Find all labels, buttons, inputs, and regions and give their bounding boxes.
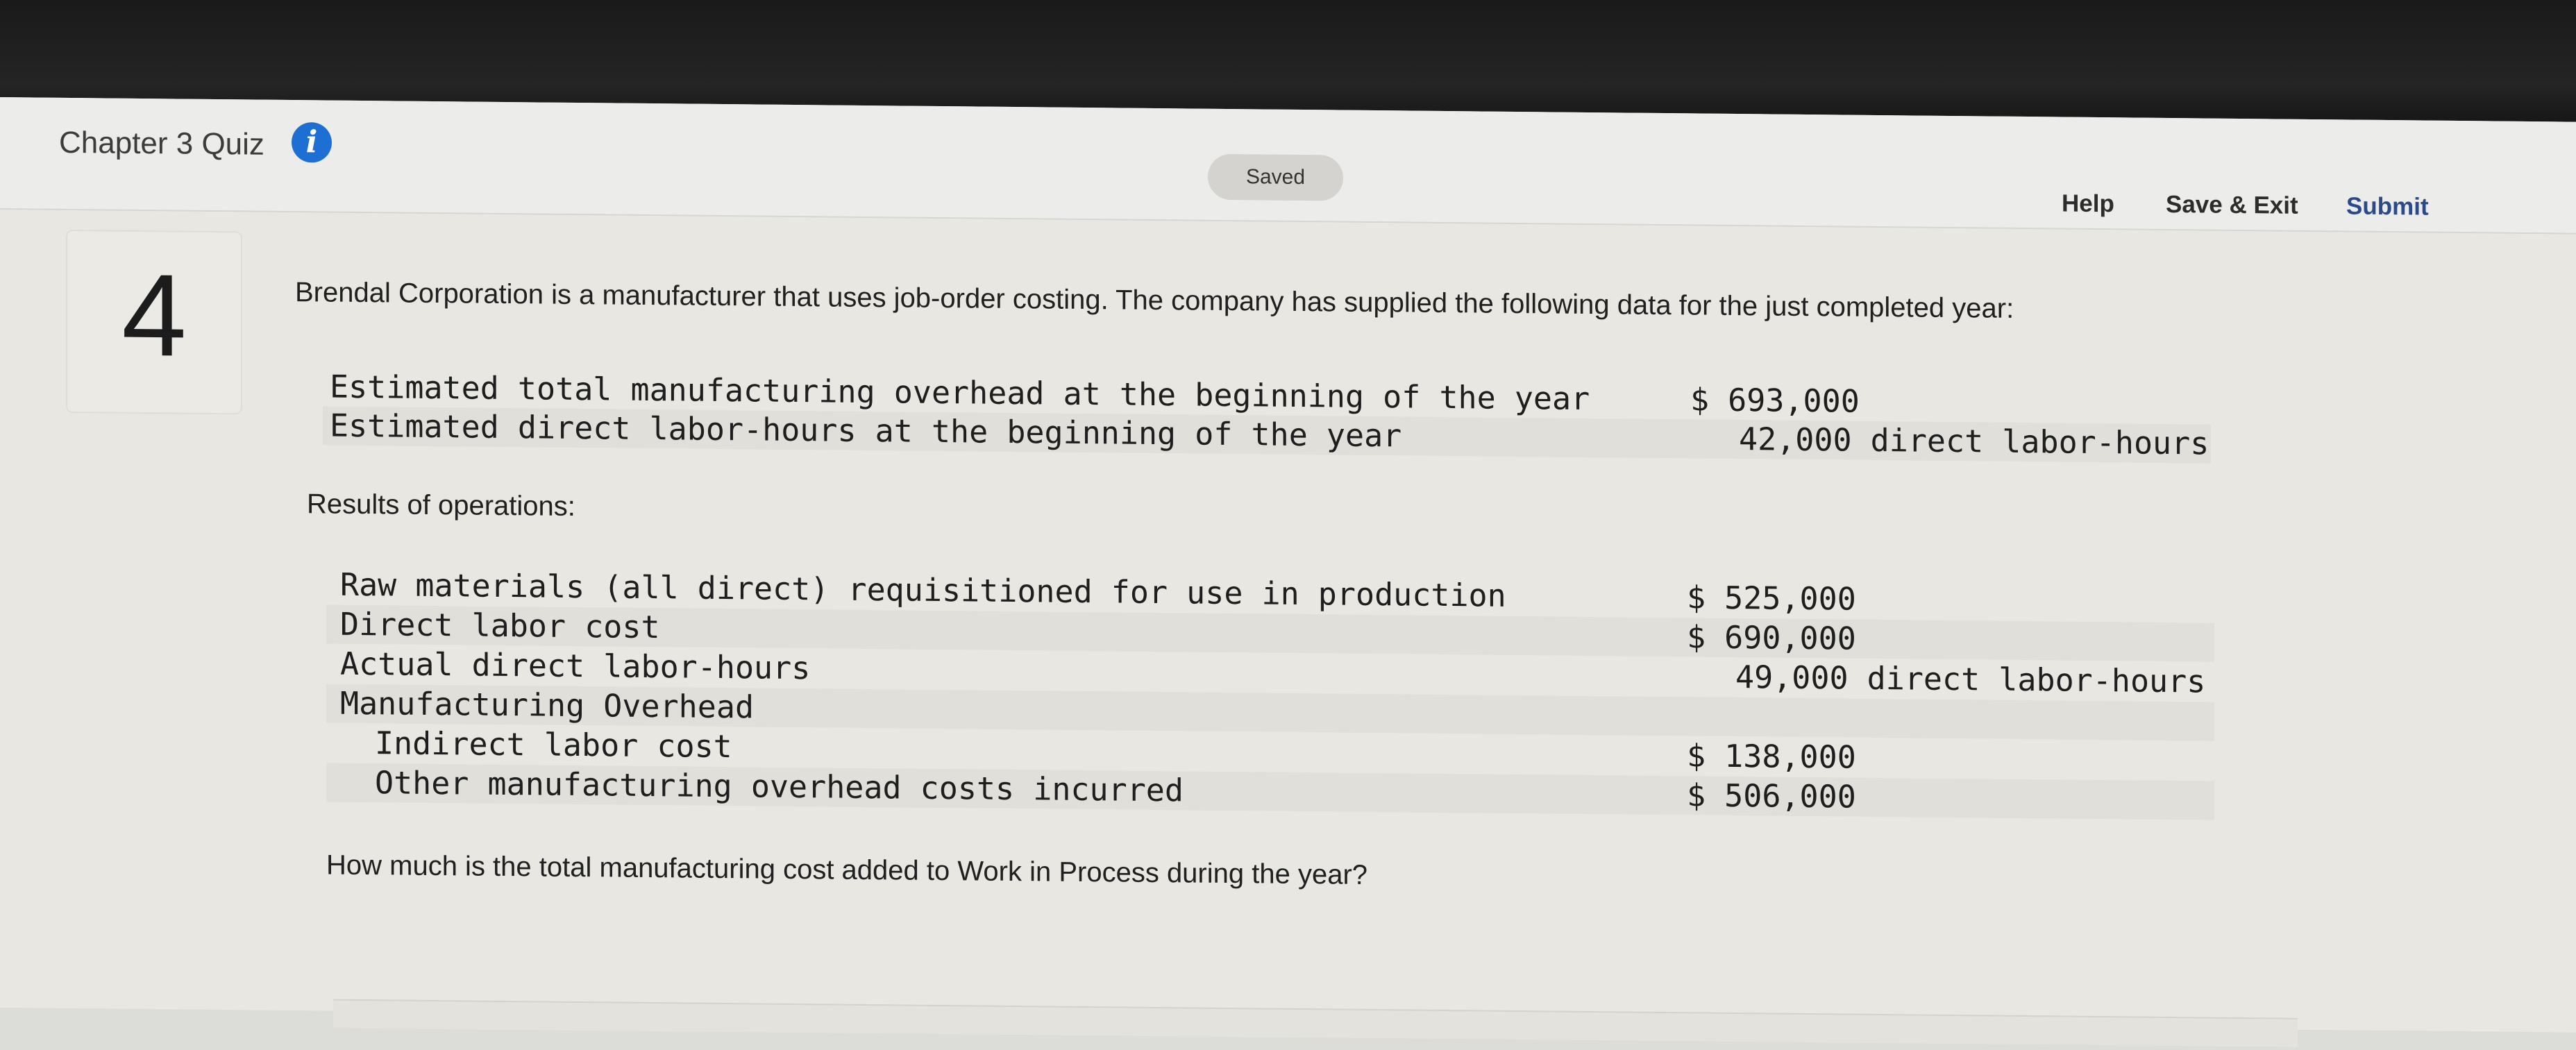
result-label: Actual direct labor-hours [340,645,811,687]
question-ask: How much is the total manufacturing cost… [326,849,1368,890]
results-heading: Results of operations: [307,489,575,522]
result-label: Manufacturing Overhead [340,684,755,726]
saved-status-badge: Saved [1208,153,1343,201]
result-label: Other manufacturing overhead costs incur… [375,764,1184,809]
result-value: $ 506,000 [1687,777,1856,815]
question-prompt: Brendal Corporation is a manufacturer th… [295,277,2014,324]
result-value: $ 525,000 [1687,579,1856,618]
help-link[interactable]: Help [2062,190,2114,219]
answer-area[interactable] [333,999,2298,1047]
info-icon[interactable]: i [292,122,332,163]
result-label: Indirect labor cost [375,725,732,765]
quiz-screen: Chapter 3 Quiz i Saved Help Save & Exit … [0,97,2576,1047]
result-value: $ 138,000 [1687,737,1856,776]
save-exit-link[interactable]: Save & Exit [2166,191,2298,220]
quiz-header: Chapter 3 Quiz i Saved Help Save & Exit … [0,97,2576,235]
estimate-value: $ 693,000 [1690,381,1860,420]
quiz-title: Chapter 3 Quiz [59,125,264,162]
result-label: Direct labor cost [340,605,660,646]
result-value: 49,000 direct labor-hours [1735,658,2206,700]
estimate-value: 42,000 direct labor-hours [1739,421,2209,462]
question-number-box: 4 [66,229,242,415]
submit-link[interactable]: Submit [2346,192,2429,221]
question-number: 4 [121,249,187,381]
result-value: $ 690,000 [1687,618,1856,657]
